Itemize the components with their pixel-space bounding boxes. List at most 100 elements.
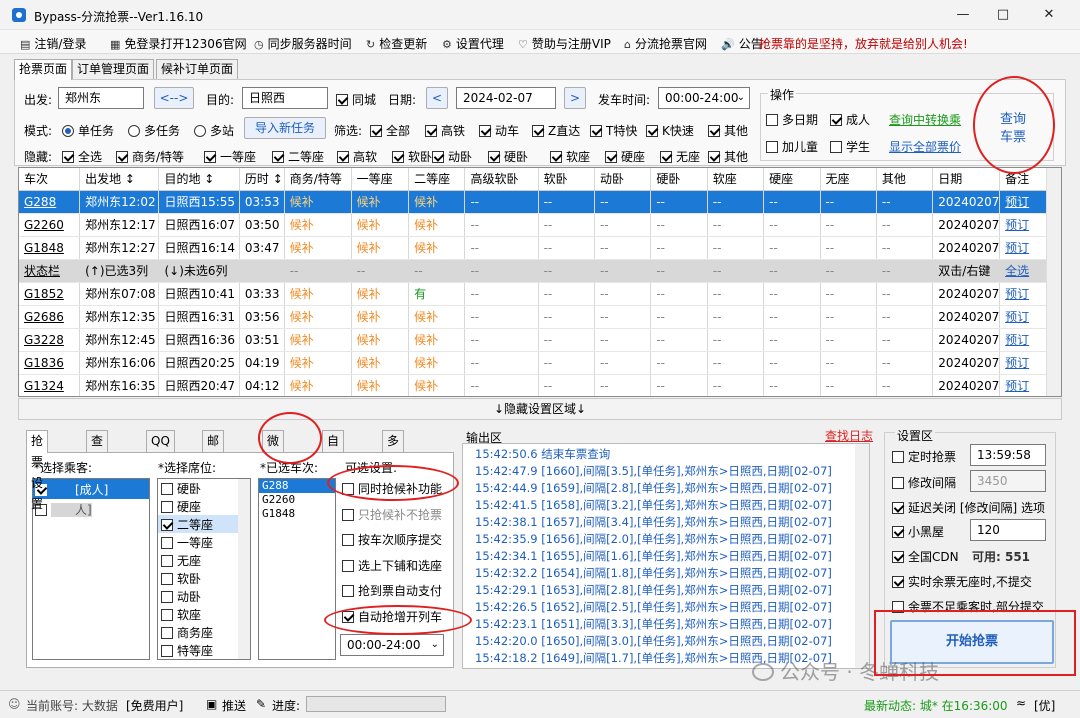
child-checkbox[interactable]: 加儿童 (766, 138, 818, 155)
filter-checkbox[interactable]: 全部 (370, 122, 410, 139)
column-header[interactable]: 动卧 (594, 168, 652, 191)
tab-ticket-settings[interactable]: 抢票设置 (26, 430, 49, 511)
hide-checkbox[interactable]: 无座 (660, 148, 700, 165)
table-cell[interactable]: G1324 (19, 374, 81, 396)
column-header[interactable]: 出发地 ↕ (79, 168, 160, 191)
column-header[interactable]: 车次 (19, 168, 81, 191)
maximize-icon[interactable]: □ (980, 0, 1026, 30)
hide-checkbox[interactable]: 全选 (62, 148, 102, 165)
show-all-price-link[interactable]: 显示全部票价 (889, 138, 961, 155)
hide-checkbox[interactable]: 硬座 (605, 148, 645, 165)
table-cell[interactable]: G1852 (19, 282, 81, 306)
same-city-checkbox[interactable]: 同城 (336, 91, 376, 108)
official-site-menu-item[interactable]: ⌂ 分流抢票官网 (624, 35, 707, 52)
filter-checkbox[interactable]: 其他 (708, 122, 748, 139)
blackroom-checkbox[interactable]: 小黑屋 (892, 523, 944, 540)
find-log-link[interactable]: 查找日志 (825, 427, 873, 444)
seat-item[interactable]: 二等座 (158, 515, 238, 533)
column-header[interactable]: 目的地 ↕ (158, 168, 240, 191)
column-header[interactable]: 高级软卧 (464, 168, 539, 191)
optional-checkbox[interactable]: 只抢候补不抢票 (342, 506, 442, 523)
tab-waitlist[interactable]: 候补订单页面 (156, 59, 239, 79)
seat-item[interactable]: 动卧 (158, 587, 238, 605)
selected-train-item[interactable]: G2260 (259, 493, 335, 507)
hide-checkbox[interactable]: 软座 (550, 148, 590, 165)
to-station-input[interactable]: 日照西 (242, 87, 328, 109)
date-input[interactable]: 2024-02-07 (456, 87, 556, 109)
table-row[interactable]: G2686 郑州东12:35 日照西16:31 03:56 候补 候补 候补 -- -- -- --… (19, 305, 1061, 329)
proxy-menu-item[interactable]: ⚙ 设置代理 (442, 35, 504, 52)
seat-scrollbar[interactable] (238, 479, 250, 659)
timed-checkbox[interactable]: 定时抢票 (892, 448, 956, 465)
vip-menu-item[interactable]: ♡ 赞助与注册VIP (518, 35, 611, 52)
realtime-checkbox[interactable]: 实时余票无座时,不提交 (892, 573, 1032, 590)
mode-single-radio[interactable]: 单任务 (62, 122, 114, 139)
login-menu-item[interactable]: ▤ 注销/登录 (20, 35, 86, 52)
column-header[interactable]: 日期 (932, 168, 1001, 191)
seat-item[interactable]: 一等座 (158, 533, 238, 551)
interval-input[interactable]: 3450 (970, 470, 1046, 492)
sync-time-menu-item[interactable]: ◷ 同步服务器时间 (254, 35, 352, 52)
output-scrollbar[interactable] (855, 444, 869, 668)
hide-checkbox[interactable]: 高软 (337, 148, 377, 165)
selected-train-list[interactable]: G288 G2260 G1848 (258, 478, 336, 660)
table-cell[interactable]: G3228 (19, 328, 81, 352)
selected-train-item[interactable]: G1848 (259, 507, 335, 521)
timed-input[interactable]: 13:59:58 (970, 444, 1046, 466)
column-header[interactable]: 历时 ↕ (239, 168, 285, 191)
optional-checkbox[interactable]: 同时抢候补功能 (342, 480, 442, 497)
partial-checkbox[interactable]: 余票不足乘客时,部分提交 (892, 598, 1044, 615)
selected-train-item[interactable]: G288 (259, 479, 335, 493)
filter-checkbox[interactable]: 高铁 (425, 122, 465, 139)
filter-checkbox[interactable]: T特快 (590, 122, 637, 139)
tab-multitask[interactable]: 多任务设置 (382, 430, 405, 532)
status-row[interactable]: 状态栏 (↑)已选3列 (↓)未选6列 -- -- -- -- -- -- -- -- -- -- -- 双… (19, 259, 1061, 283)
column-header[interactable]: 二等座 (408, 168, 466, 191)
adult-checkbox[interactable]: 成人 (830, 111, 870, 128)
column-header[interactable]: 硬座 (763, 168, 821, 191)
passenger-list[interactable]: [成人] 人] (32, 478, 150, 660)
table-row[interactable]: G1836 郑州东16:06 日照西20:25 04:19 候补 候补 候补 -- -- -- --… (19, 351, 1061, 375)
open-12306-menu-item[interactable]: ▦ 免登录打开12306官网 (110, 35, 247, 52)
push-label[interactable]: 推送 (222, 697, 246, 714)
table-row[interactable]: G288 郑州东12:02 日照西15:55 03:53 候补 候补 候补 -- -- -- -- -… (19, 190, 1061, 214)
tab-ticket[interactable]: 抢票页面 (14, 59, 73, 80)
delay-close-checkbox[interactable]: 延迟关闭 [修改间隔] 选项 (892, 499, 1045, 516)
cdn-checkbox[interactable]: 全国CDN (892, 548, 959, 565)
column-header[interactable]: 商务/特等 (284, 168, 352, 191)
hide-checkbox[interactable]: 硬卧 (488, 148, 528, 165)
filter-checkbox[interactable]: K快速 (646, 122, 694, 139)
column-header[interactable]: 软座 (707, 168, 765, 191)
seat-item[interactable]: 商务座 (158, 623, 238, 641)
mode-station-radio[interactable]: 多站 (194, 122, 234, 139)
column-header[interactable]: 软卧 (538, 168, 595, 191)
seat-item[interactable]: 硬座 (158, 497, 238, 515)
seat-item[interactable]: 软卧 (158, 569, 238, 587)
hidden-settings-toggle[interactable]: ↓隐藏设置区域↓ (18, 398, 1062, 420)
hide-checkbox[interactable]: 其他 (708, 148, 748, 165)
hide-checkbox[interactable]: 动卧 (432, 148, 472, 165)
seat-item[interactable]: 硬卧 (158, 479, 238, 497)
table-cell[interactable]: G1848 (19, 236, 81, 260)
optional-checkbox[interactable]: 按车次顺序提交 (342, 531, 442, 548)
import-task-button[interactable]: 导入新任务 (244, 117, 326, 139)
swap-button[interactable]: <--> (154, 87, 194, 109)
column-header[interactable]: 其他 (876, 168, 934, 191)
close-icon[interactable]: ✕ (1026, 0, 1072, 30)
optional-checkbox[interactable]: 自动抢增开列车 (342, 608, 442, 625)
table-cell[interactable]: G2260 (19, 213, 81, 237)
seat-item[interactable]: 软座 (158, 605, 238, 623)
tab-email[interactable]: 邮件通知 (202, 430, 225, 511)
filter-checkbox[interactable]: Z直达 (532, 122, 580, 139)
interval-checkbox[interactable]: 修改间隔 (892, 474, 956, 491)
tab-presale[interactable]: 查询起售 (86, 430, 109, 511)
table-cell[interactable]: 状态栏 (19, 259, 81, 283)
hide-checkbox[interactable]: 软卧 (392, 148, 432, 165)
table-row[interactable]: G1324 郑州东16:35 日照西20:47 04:12 候补 候补 候补 -- -- -- --… (19, 374, 1061, 396)
table-row[interactable]: G1848 郑州东12:27 日照西16:14 03:47 候补 候补 候补 -- -- -- --… (19, 236, 1061, 260)
seat-list[interactable]: 硬卧 硬座 二等座 一等座 无座 软卧 动卧 软座 商务座 特等座 (157, 478, 251, 660)
filter-checkbox[interactable]: 动车 (479, 122, 519, 139)
check-update-menu-item[interactable]: ↻ 检查更新 (366, 35, 427, 52)
tab-autopay[interactable]: 自动支付 (322, 430, 345, 511)
mode-multi-radio[interactable]: 多任务 (128, 122, 180, 139)
